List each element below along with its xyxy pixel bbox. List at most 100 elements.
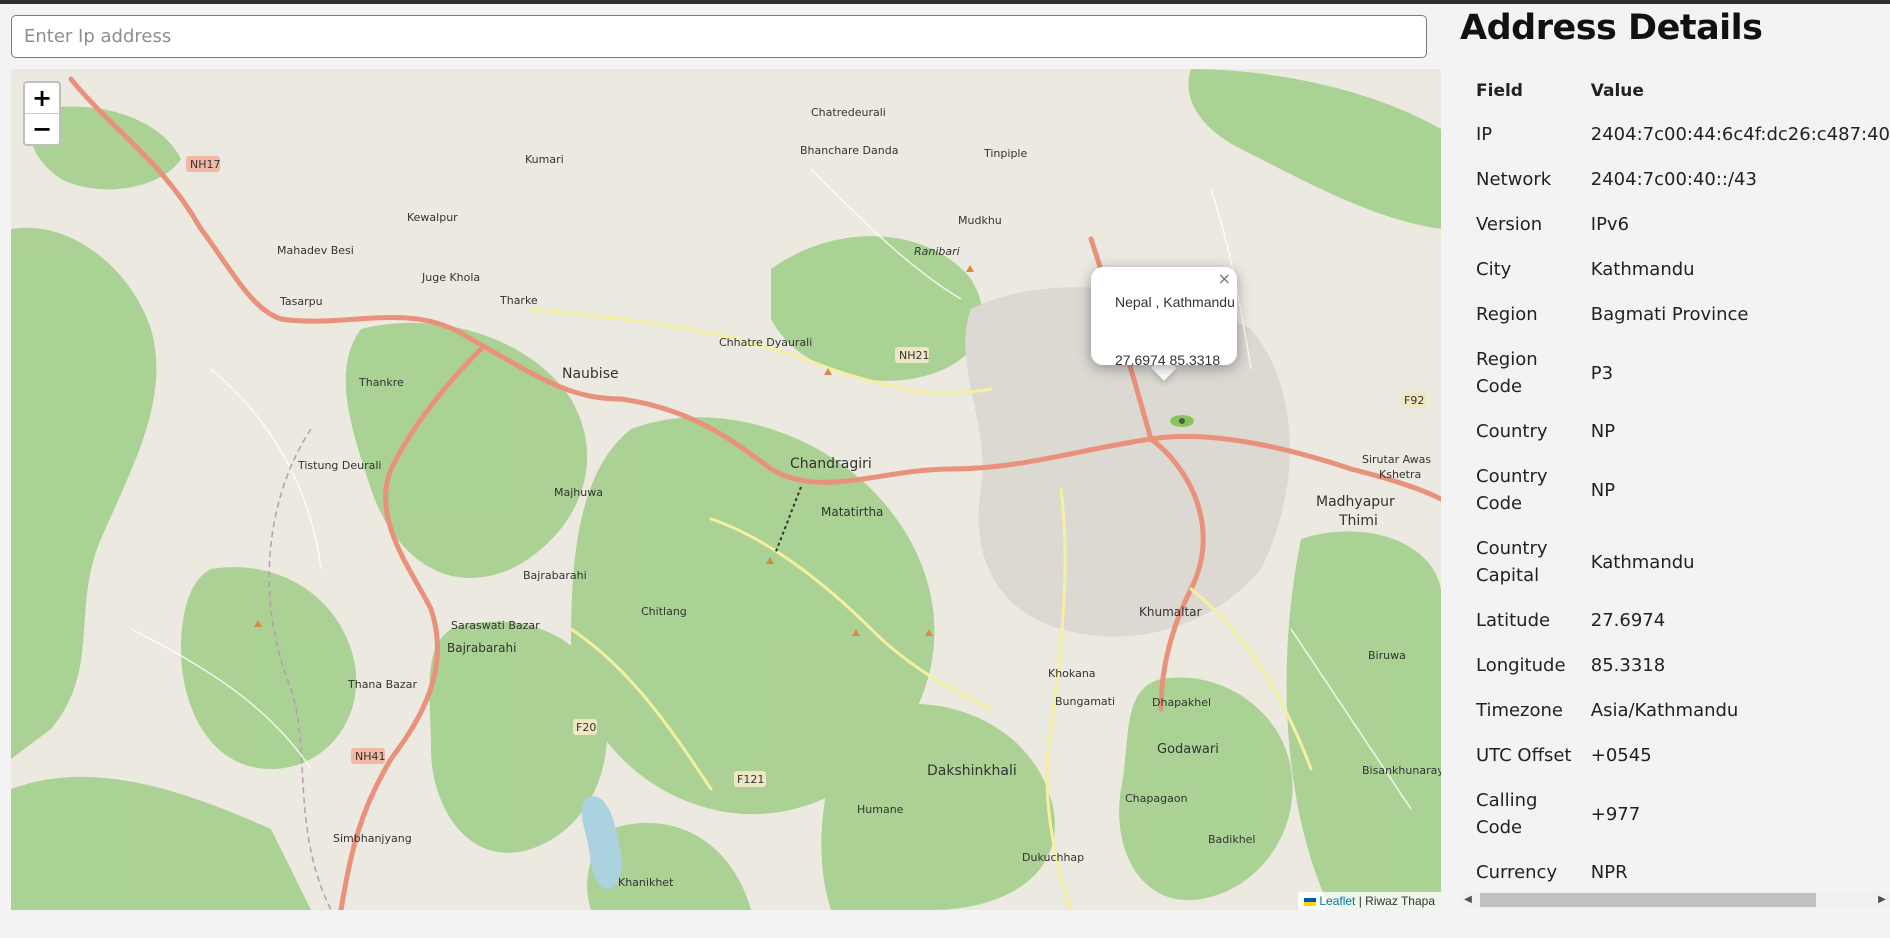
details-table: Field Value IP 2404:7c00:44:6c4f:dc26:c48…: [1460, 70, 1890, 888]
svg-text:Tharke: Tharke: [499, 294, 538, 307]
field-cell: Country Capital: [1476, 538, 1548, 586]
svg-text:Thana Bazar: Thana Bazar: [347, 678, 417, 691]
svg-text:F121: F121: [737, 773, 764, 786]
svg-text:Tinpiple: Tinpiple: [983, 147, 1027, 160]
field-cell: UTC Offset: [1476, 745, 1572, 766]
scroll-left-icon[interactable]: ◀: [1460, 891, 1476, 909]
table-row: Timezone Asia/Kathmandu: [1460, 688, 1890, 733]
svg-text:Tistung Deurali: Tistung Deurali: [297, 459, 382, 472]
field-cell: Latitude: [1476, 610, 1551, 631]
svg-text:Humane: Humane: [857, 803, 904, 816]
svg-text:Sirutar Awas: Sirutar Awas: [1362, 453, 1431, 466]
svg-text:Majhuwa: Majhuwa: [554, 486, 603, 499]
svg-text:NH17: NH17: [190, 158, 221, 171]
value-cell: NP: [1590, 421, 1616, 442]
table-row: Network 2404:7c00:40::/43: [1460, 157, 1890, 202]
value-header: Value: [1590, 81, 1644, 101]
svg-text:Juge Khola: Juge Khola: [421, 271, 480, 284]
field-cell: Region Code: [1476, 349, 1538, 397]
svg-text:Bungamati: Bungamati: [1055, 695, 1115, 708]
field-cell: Region: [1476, 304, 1538, 325]
zoom-in-button[interactable]: +: [25, 83, 59, 113]
ip-search-input[interactable]: [11, 15, 1427, 58]
table-header-row: Field Value: [1460, 70, 1890, 112]
svg-text:Chitlang: Chitlang: [641, 605, 687, 618]
svg-text:Badikhel: Badikhel: [1208, 833, 1256, 846]
map-tiles[interactable]: NH17 NH21 NH41 F20 F121 F92 Chandragiri …: [11, 69, 1441, 910]
map-view[interactable]: NH17 NH21 NH41 F20 F121 F92 Chandragiri …: [11, 69, 1441, 910]
map-attribution: Leaflet | Riwaz Thapa: [1298, 892, 1441, 910]
value-cell: Asia/Kathmandu: [1590, 700, 1739, 721]
scroll-right-icon[interactable]: ▶: [1874, 891, 1890, 909]
svg-text:Thankre: Thankre: [358, 376, 404, 389]
svg-text:Khanikhet: Khanikhet: [618, 876, 674, 889]
top-bar: [0, 0, 1890, 4]
value-cell: P3: [1590, 362, 1614, 384]
table-row: Region Code P3: [1460, 337, 1890, 409]
value-cell: NP: [1590, 479, 1616, 501]
panel-title: Address Details: [1460, 8, 1763, 48]
address-details-panel[interactable]: Field Value IP 2404:7c00:44:6c4f:dc26:c48…: [1460, 70, 1890, 888]
table-row: City Kathmandu: [1460, 247, 1890, 292]
field-cell: Calling Code: [1476, 790, 1538, 838]
scrollbar-thumb[interactable]: [1480, 893, 1816, 907]
svg-text:Kshetra: Kshetra: [1379, 468, 1421, 481]
svg-text:F20: F20: [576, 721, 596, 734]
leaflet-link[interactable]: Leaflet: [1319, 894, 1355, 908]
value-cell: 2404:7c00:44:6c4f:dc26:c487:40: [1590, 124, 1890, 145]
zoom-out-button[interactable]: −: [25, 113, 59, 144]
table-row: Currency NPR: [1460, 850, 1890, 888]
svg-text:Mudkhu: Mudkhu: [958, 214, 1002, 227]
svg-text:Bajrabarahi: Bajrabarahi: [447, 641, 516, 655]
svg-text:Dukuchhap: Dukuchhap: [1022, 851, 1084, 864]
ukraine-flag-icon: [1304, 897, 1317, 906]
table-row: Calling Code +977: [1460, 778, 1890, 850]
value-cell: 27.6974: [1590, 610, 1666, 631]
value-cell: 2404:7c00:40::/43: [1590, 169, 1757, 190]
svg-text:Thimi: Thimi: [1338, 513, 1378, 529]
svg-text:Chatredeurali: Chatredeurali: [811, 106, 886, 119]
value-cell: +977: [1590, 803, 1641, 825]
field-cell: Country: [1476, 421, 1548, 442]
svg-text:Khumaltar: Khumaltar: [1139, 605, 1202, 619]
svg-text:Kewalpur: Kewalpur: [407, 211, 458, 224]
value-cell: 85.3318: [1590, 655, 1666, 676]
svg-text:Chapagaon: Chapagaon: [1125, 792, 1188, 805]
location-popup: × Nepal , Kathmandu 27.6974 85.3318: [1091, 267, 1237, 368]
svg-text:Matatirtha: Matatirtha: [821, 505, 883, 519]
close-icon[interactable]: ×: [1218, 269, 1231, 288]
field-cell: Network: [1476, 169, 1552, 190]
popup-location: Nepal , Kathmandu: [1115, 294, 1235, 310]
value-cell: Kathmandu: [1590, 551, 1695, 573]
value-cell: IPv6: [1590, 214, 1630, 235]
table-row: Country Code NP: [1460, 454, 1890, 526]
table-row: Version IPv6: [1460, 202, 1890, 247]
table-row: IP 2404:7c00:44:6c4f:dc26:c487:40: [1460, 112, 1890, 157]
svg-text:Khokana: Khokana: [1048, 667, 1096, 680]
svg-text:Dakshinkhali: Dakshinkhali: [927, 763, 1017, 779]
svg-text:Dhapakhel: Dhapakhel: [1152, 696, 1211, 709]
value-cell: +0545: [1590, 745, 1652, 766]
field-cell: Currency: [1476, 862, 1558, 883]
svg-text:Naubise: Naubise: [562, 366, 619, 382]
field-cell: Country Code: [1476, 466, 1548, 514]
horizontal-scrollbar[interactable]: ◀ ▶: [1460, 891, 1890, 909]
svg-text:Godawari: Godawari: [1157, 742, 1219, 757]
popup-coordinates: 27.6974 85.3318: [1115, 352, 1221, 368]
svg-text:Chhatre Dyaurali: Chhatre Dyaurali: [719, 336, 812, 349]
table-row: Latitude 27.6974: [1460, 598, 1890, 643]
field-cell: Version: [1476, 214, 1543, 235]
table-row: UTC Offset +0545: [1460, 733, 1890, 778]
table-row: Region Bagmati Province: [1460, 292, 1890, 337]
field-cell: Longitude: [1476, 655, 1566, 676]
field-cell: IP: [1476, 124, 1493, 145]
field-header: Field: [1476, 81, 1523, 101]
svg-text:NH41: NH41: [355, 750, 386, 763]
svg-text:Ranibari: Ranibari: [914, 245, 960, 258]
svg-text:Bajrabarahi: Bajrabarahi: [523, 569, 587, 582]
svg-text:Bisankhunarayan: Bisankhunarayan: [1362, 764, 1441, 777]
table-row: Longitude 85.3318: [1460, 643, 1890, 688]
svg-text:Bhanchare Danda: Bhanchare Danda: [800, 144, 898, 157]
svg-text:NH21: NH21: [899, 349, 930, 362]
svg-text:Chandragiri: Chandragiri: [790, 456, 872, 472]
